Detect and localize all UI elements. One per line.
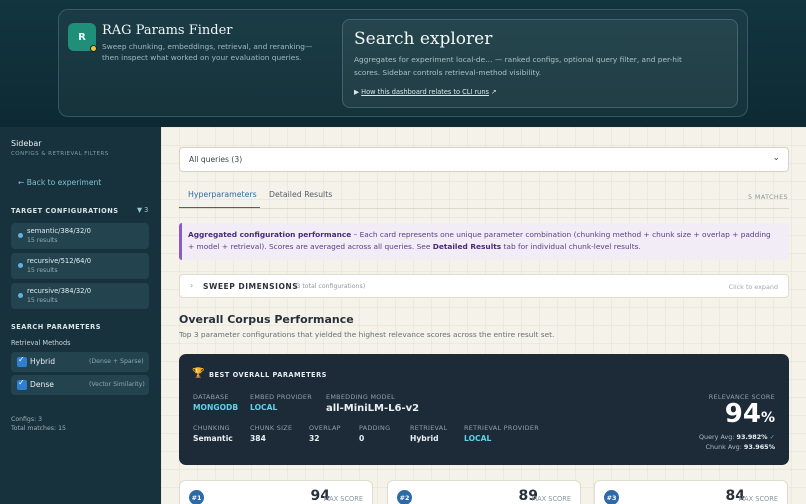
- rank-badge: #1: [189, 490, 204, 504]
- section-title: Overall Corpus Performance: [179, 313, 354, 326]
- max-score-label: MAX SCORE: [531, 495, 571, 503]
- matches-stat: Total matches: 15: [11, 425, 66, 432]
- retrieval-provider-field: RETRIEVAL PROVIDER LOCAL: [464, 424, 539, 443]
- search-parameters-heading: SEARCH PARAMETERS: [11, 323, 101, 331]
- chevron-right-icon: ›: [190, 281, 194, 290]
- rank-card[interactable]: #3 84 MAX SCORE: [594, 480, 788, 504]
- sidebar-stats: Configs: 3 Total matches: 15: [11, 415, 66, 433]
- sweep-title: SWEEP DIMENSIONS: [203, 282, 299, 291]
- rank-badge: #2: [397, 490, 412, 504]
- info-callout: Aggregated configuration performance – E…: [179, 223, 789, 260]
- config-item[interactable]: recursive/384/32/0 15 results: [11, 283, 149, 309]
- query-select-value: All queries (3): [189, 155, 243, 164]
- overlap-field: OVERLAP 32: [309, 424, 341, 443]
- rank-badge: #3: [604, 490, 619, 504]
- config-item[interactable]: recursive/512/64/0 15 results: [11, 253, 149, 279]
- query-select[interactable]: All queries (3) ⌄: [179, 147, 789, 172]
- rank-card[interactable]: #2 89 MAX SCORE: [387, 480, 581, 504]
- dense-checkbox[interactable]: [17, 378, 27, 390]
- best-parameters-card: 🏆 BEST OVERALL PARAMETERS DATABASE MONGO…: [179, 354, 789, 465]
- config-name: recursive/512/64/0: [27, 257, 92, 265]
- cli-runs-link[interactable]: How this dashboard relates to CLI runs: [361, 88, 489, 96]
- matches-count: 5 MATCHES: [748, 193, 788, 201]
- tab-hyperparameters[interactable]: Hyperparameters: [188, 190, 257, 199]
- sidebar-title: Sidebar: [11, 139, 42, 148]
- padding-field: PADDING 0: [359, 424, 391, 443]
- query-average: Query Avg: 93.982% ✓: [699, 433, 775, 441]
- sweep-dimensions-expander[interactable]: › SWEEP DIMENSIONS (3 total configuratio…: [179, 274, 789, 298]
- embed-provider-field: EMBED PROVIDER LOCAL: [250, 393, 312, 412]
- retrieval-methods-label: Retrieval Methods: [11, 339, 71, 347]
- embedding-model-field: EMBEDDING MODEL all-MiniLM-L6-v2: [326, 393, 420, 414]
- target-configurations-heading: TARGET CONFIGURATIONS: [11, 207, 119, 215]
- chevron-down-icon: ⌄: [772, 153, 780, 163]
- cli-runs-disclosure[interactable]: ▶ How this dashboard relates to CLI runs…: [354, 88, 497, 96]
- back-to-experiment-link[interactable]: ← Back to experiment: [18, 178, 101, 187]
- config-item[interactable]: semantic/384/32/0 15 results: [11, 223, 149, 249]
- config-results: 15 results: [27, 237, 58, 244]
- best-title: BEST OVERALL PARAMETERS: [209, 371, 327, 379]
- config-name: recursive/384/32/0: [27, 287, 92, 295]
- external-link-icon: ↗: [488, 88, 497, 96]
- chunk-average: Chunk Avg: 93.965%: [705, 443, 775, 451]
- method-description: (Dense + Sparse): [89, 358, 144, 365]
- check-icon: ✓: [769, 433, 775, 441]
- trophy-icon: 🏆: [192, 368, 205, 379]
- sweep-count: (3 total configurations): [294, 283, 366, 290]
- info-text: Aggregated configuration performance – E…: [188, 230, 771, 251]
- top-header: R RAG Params Finder Sweep chunking, embe…: [0, 0, 806, 127]
- rank-card[interactable]: #1 94 MAX SCORE: [179, 480, 373, 504]
- app-description: Sweep chunking, embeddings, retrieval, a…: [102, 42, 313, 62]
- main-content: All queries (3) ⌄ Hyperparameters Detail…: [161, 127, 806, 504]
- config-dot-icon: [18, 233, 23, 238]
- max-score-label: MAX SCORE: [323, 495, 363, 503]
- retrieval-field: RETRIEVAL Hybrid: [410, 424, 448, 443]
- relevance-score-value: 94%: [724, 399, 775, 429]
- expand-hint: Click to expand: [728, 283, 778, 291]
- explorer-description: Aggregates for experiment local-de… — ra…: [354, 55, 682, 77]
- search-explorer-card: Search explorer Aggregates for experimen…: [342, 19, 738, 108]
- config-results: 15 results: [27, 267, 58, 274]
- config-name: semantic/384/32/0: [27, 227, 91, 235]
- sidebar-subtitle: CONFIGS & RETRIEVAL FILTERS: [11, 151, 109, 157]
- configs-stat: Configs: 3: [11, 416, 43, 423]
- section-subtitle: Top 3 parameter configurations that yiel…: [179, 330, 555, 339]
- hybrid-checkbox[interactable]: [17, 355, 27, 367]
- explorer-title: Search explorer: [354, 29, 493, 49]
- info-title: Aggregated configuration performance: [188, 230, 352, 239]
- method-hybrid[interactable]: Hybrid (Dense + Sparse): [11, 352, 149, 372]
- max-score-label: MAX SCORE: [738, 495, 778, 503]
- app-title: RAG Params Finder: [102, 23, 233, 38]
- tab-detailed-results[interactable]: Detailed Results: [269, 190, 332, 199]
- status-dot-icon: [90, 45, 97, 52]
- sidebar: Sidebar CONFIGS & RETRIEVAL FILTERS ← Ba…: [0, 127, 161, 504]
- config-dot-icon: [18, 293, 23, 298]
- method-dense[interactable]: Dense (Vector Similarity): [11, 375, 149, 395]
- config-filter-count[interactable]: ▼ 3: [137, 206, 148, 214]
- method-description: (Vector Similarity): [89, 381, 145, 388]
- method-name: Hybrid: [30, 357, 56, 366]
- config-results: 15 results: [27, 297, 58, 304]
- tabs-divider: [179, 208, 789, 209]
- method-name: Dense: [30, 380, 54, 389]
- config-dot-icon: [18, 263, 23, 268]
- database-field: DATABASE MONGODB: [193, 393, 239, 412]
- chunk-size-field: CHUNK SIZE 384: [250, 424, 293, 443]
- detailed-results-link[interactable]: Detailed Results: [433, 242, 501, 251]
- chunking-field: CHUNKING Semantic: [193, 424, 233, 443]
- hero-panel: R RAG Params Finder Sweep chunking, embe…: [58, 9, 748, 117]
